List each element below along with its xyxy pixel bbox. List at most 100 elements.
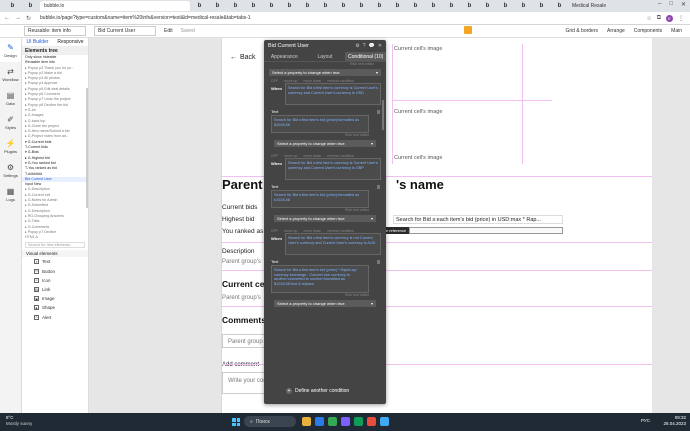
cell-image-2[interactable]: Current cell's image — [394, 109, 442, 115]
rail-styles[interactable]: ✐ Styles — [0, 110, 21, 134]
condition-action-1[interactable]: move up — [284, 229, 297, 233]
cell-image-3[interactable]: Current cell's image — [394, 155, 442, 161]
url-field[interactable]: bubble.io/page?type=custom&name=item%20i… — [40, 15, 251, 21]
browser-tab[interactable]: b — [461, 1, 478, 11]
star-icon[interactable]: ☆ — [646, 15, 651, 22]
extensions-icon[interactable]: ⧉ — [657, 15, 661, 22]
panel-scrollbar[interactable] — [86, 88, 88, 208]
comment-icon[interactable]: 💬 — [369, 43, 375, 49]
tab-appearance[interactable]: Appearance — [264, 52, 305, 61]
browser-tab[interactable]: b — [353, 1, 370, 11]
elements-tree-header[interactable]: Elements tree — [22, 47, 88, 55]
browser-tab[interactable]: b — [317, 1, 334, 11]
rich-text-editor-link[interactable]: Rich text editor — [269, 293, 381, 298]
grid-borders-menu[interactable]: Grid & borders — [565, 28, 598, 34]
property-select[interactable]: Select a property to change when true — [274, 300, 376, 307]
tab-conditional[interactable]: Conditional (10) — [345, 52, 386, 61]
condition-action-2[interactable]: move down — [303, 229, 321, 233]
visual-element-button[interactable]: ▭ Button — [22, 267, 88, 276]
forward-nav-icon[interactable]: → — [15, 15, 21, 21]
browser-tab[interactable]: b — [425, 1, 442, 11]
property-select[interactable]: Select a property to change when true — [274, 140, 376, 147]
text-expression[interactable]: Search for Bid s:first item's bid (price… — [271, 190, 369, 208]
visual-element-shape[interactable]: ■ Shape — [22, 303, 88, 312]
reload-icon[interactable]: ↻ — [26, 15, 31, 22]
browser-tab[interactable]: b — [389, 1, 406, 11]
browser-tab[interactable]: b — [497, 1, 514, 11]
condition-action-0[interactable]: OFF — [271, 79, 278, 83]
browser-tab[interactable]: b — [263, 1, 280, 11]
app-icon-2[interactable] — [354, 417, 363, 426]
app-icon[interactable] — [341, 417, 350, 426]
browser-tab[interactable]: b — [551, 1, 568, 11]
windows-start-icon[interactable] — [232, 418, 240, 426]
browser-tab[interactable]: b — [479, 1, 496, 11]
condition-action-3[interactable]: remove condition — [327, 154, 354, 158]
file-explorer-icon[interactable] — [302, 417, 311, 426]
tab-layout[interactable]: Layout — [305, 52, 346, 61]
back-link[interactable]: ← Back — [230, 54, 256, 61]
telegram-icon[interactable] — [380, 417, 389, 426]
minimize-icon[interactable]: – — [658, 1, 661, 8]
condition-action-0[interactable]: OFF — [271, 229, 278, 233]
condition-action-3[interactable]: remove condition — [327, 79, 354, 83]
browser-tab[interactable]: b — [407, 1, 424, 11]
highest-bid-expression[interactable]: Search for Bid s:each item's bid (price)… — [393, 215, 563, 224]
profile-avatar[interactable]: E — [666, 14, 673, 22]
browser-tab[interactable]: b — [191, 1, 208, 11]
browser-tab[interactable]: b — [335, 1, 352, 11]
rich-text-editor-link[interactable]: Rich text editor — [269, 208, 381, 213]
browser-tab[interactable]: b — [22, 1, 39, 11]
condition-action-0[interactable]: OFF — [271, 154, 278, 158]
browser-tab[interactable]: b — [245, 1, 262, 11]
weather-widget[interactable]: 8°C Mostly sunny — [6, 415, 32, 427]
tab-ui-builder[interactable]: UI Builder — [26, 39, 48, 45]
visual-element-text[interactable]: T Text — [22, 257, 88, 266]
when-expression[interactable]: Search for Bid s:first item's currency i… — [285, 83, 381, 105]
element-selector[interactable]: Bid Current User — [94, 26, 156, 36]
taskbar-search[interactable]: ⌕ Поиск — [244, 416, 296, 427]
rail-plugins[interactable]: ⚡ Plugins — [0, 134, 21, 158]
components-button[interactable]: Components — [634, 28, 662, 34]
maximize-icon[interactable]: □ — [669, 1, 673, 8]
bid-current-user-element[interactable] — [409, 227, 563, 234]
browser-tab[interactable]: b — [4, 1, 21, 11]
browser-tab-active[interactable]: bubble.io — [40, 1, 190, 11]
visual-element-alert[interactable]: ⚠ Alert — [22, 313, 88, 322]
browser-tab[interactable]: b — [299, 1, 316, 11]
visual-element-image[interactable]: ▣ Image — [22, 294, 88, 303]
rail-data[interactable]: ▤ Data — [0, 86, 21, 110]
chrome-icon[interactable] — [328, 417, 337, 426]
text-expression[interactable]: Search for Bid s:first item's bid (price… — [271, 115, 369, 133]
trash-icon[interactable] — [377, 110, 380, 114]
clock[interactable]: 09:32 28.04.2023 — [663, 415, 686, 427]
hidden-element-marker[interactable] — [464, 26, 472, 34]
back-nav-icon[interactable]: ← — [4, 15, 10, 21]
tree-row[interactable]: HTML A — [22, 235, 88, 240]
property-select[interactable]: Select a property to change when true — [274, 215, 376, 222]
visual-elements-header[interactable]: Visual elements — [22, 250, 88, 258]
when-expression[interactable]: Search for Bid s:first item's currency i… — [285, 233, 381, 255]
browser-tab[interactable]: b — [209, 1, 226, 11]
browser-tab[interactable]: b — [371, 1, 388, 11]
rail-workflow[interactable]: ⇄ Workflow — [0, 62, 21, 86]
rail-logs[interactable]: ▦ Logs — [0, 182, 21, 206]
app-icon-3[interactable] — [367, 417, 376, 426]
arrange-menu[interactable]: Arrange — [607, 28, 625, 34]
browser-taskbar-icon[interactable] — [315, 417, 324, 426]
help-icon[interactable]: ? — [363, 43, 366, 49]
trash-icon[interactable] — [377, 185, 380, 189]
close-window-icon[interactable]: ✕ — [681, 1, 686, 8]
menu-icon[interactable]: ⋮ — [678, 15, 684, 22]
browser-tab[interactable]: b — [515, 1, 532, 11]
cell-image-1[interactable]: Current cell's image — [394, 46, 442, 52]
condition-action-2[interactable]: move down — [303, 79, 321, 83]
rail-design[interactable]: ✎ Design — [0, 38, 21, 62]
settings-icon[interactable]: ⚙ — [355, 43, 359, 49]
rich-text-editor-link[interactable]: Rich text editor — [264, 62, 386, 67]
visual-element-link[interactable]: ⛓ Link — [22, 285, 88, 294]
define-another-condition-button[interactable]: + Define another condition — [286, 388, 349, 394]
tab-responsive[interactable]: Responsive — [57, 39, 83, 45]
condition-action-1[interactable]: move up — [284, 79, 297, 83]
page-selector[interactable]: Reusable: item info — [24, 26, 86, 36]
